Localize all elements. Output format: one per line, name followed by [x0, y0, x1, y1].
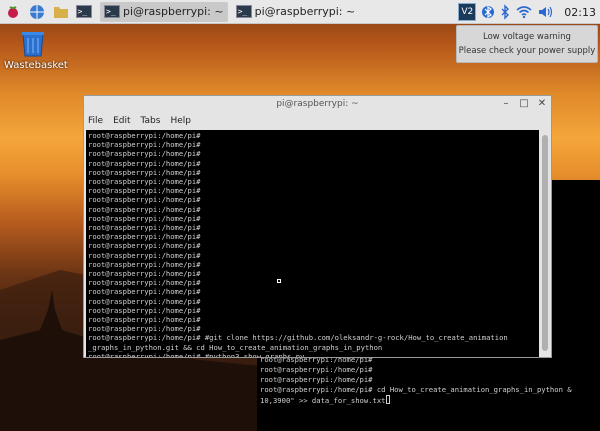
- terminal-line: root@raspberrypi:/home/pi#: [88, 305, 201, 315]
- window-titlebar[interactable]: pi@raspberrypi: ~ – □ ✕: [84, 96, 551, 112]
- terminal-line: root@raspberrypi:/home/pi#: [88, 140, 201, 150]
- minimize-icon[interactable]: –: [500, 97, 512, 109]
- terminal-line: root@raspberrypi:/home/pi#: [88, 223, 201, 233]
- terminal-line: root@raspberrypi:/home/pi# #python3 show…: [88, 351, 305, 357]
- menu-edit[interactable]: Edit: [113, 116, 130, 126]
- terminal-line: root@raspberrypi:/home/pi#: [88, 259, 201, 269]
- terminal-launcher-icon[interactable]: >_: [74, 1, 96, 23]
- terminal-line: root@raspberrypi:/home/pi#: [260, 365, 373, 374]
- vnc-icon[interactable]: V2: [458, 3, 477, 21]
- menu-help[interactable]: Help: [170, 116, 191, 126]
- terminal-line: root@raspberrypi:/home/pi#: [88, 177, 201, 187]
- text-cursor: [385, 395, 390, 404]
- terminal-output[interactable]: root@raspberrypi:/home/pi# root@raspberry…: [86, 130, 539, 357]
- terminal-line: root@raspberrypi:/home/pi#: [88, 149, 201, 159]
- volume-icon[interactable]: [538, 5, 554, 19]
- terminal-line: _graphs_in_python.git && cd How_to_creat…: [88, 342, 383, 352]
- wastebasket-desktop-icon[interactable]: Wastebasket: [4, 28, 68, 71]
- terminal-icon: >_: [235, 5, 252, 18]
- system-tray: V2 02:13: [458, 0, 596, 24]
- bluetooth-icon[interactable]: [482, 4, 495, 20]
- file-manager-icon[interactable]: [50, 1, 72, 23]
- terminal-line: root@raspberrypi:/home/pi#: [88, 131, 201, 140]
- menu-file[interactable]: File: [88, 116, 103, 126]
- terminal-line: root@raspberrypi:/home/pi#: [260, 375, 373, 384]
- wifi-icon[interactable]: [516, 5, 532, 19]
- mouse-cursor: [277, 279, 281, 283]
- clock[interactable]: 02:13: [564, 6, 596, 19]
- terminal-line: root@raspberrypi:/home/pi#: [88, 296, 201, 306]
- background-terminal-edge: [548, 180, 600, 356]
- scrollbar[interactable]: [540, 130, 550, 357]
- terminal-line: root@raspberrypi:/home/pi# cd How_to_cre…: [260, 385, 572, 394]
- terminal-line: root@raspberrypi:/home/pi#: [88, 315, 201, 325]
- task-terminal-1[interactable]: >_ pi@raspberrypi: ~: [100, 1, 228, 22]
- terminal-line: root@raspberrypi:/home/pi#: [88, 250, 201, 260]
- terminal-line: root@raspberrypi:/home/pi#: [88, 195, 201, 205]
- task-terminal-2[interactable]: >_ pi@raspberrypi: ~: [232, 2, 360, 22]
- terminal-line: root@raspberrypi:/home/pi#: [88, 204, 201, 214]
- raspberry-menu-icon[interactable]: [2, 1, 24, 23]
- terminal-line: root@raspberrypi:/home/pi#: [88, 287, 201, 297]
- terminal-line: root@raspberrypi:/home/pi#: [88, 269, 201, 279]
- notification-title: Low voltage warning: [483, 32, 571, 42]
- task-label: pi@raspberrypi: ~: [254, 5, 356, 18]
- desktop-icon-label: Wastebasket: [4, 60, 68, 71]
- notification-message: Please check your power supply: [458, 46, 596, 56]
- scrollbar-thumb[interactable]: [542, 135, 548, 351]
- terminal-line: root@raspberrypi:/home/pi#: [88, 213, 201, 223]
- taskbar: >_ >_ pi@raspberrypi: ~ >_ pi@raspberryp…: [0, 0, 600, 24]
- terminal-line: root@raspberrypi:/home/pi#: [88, 232, 201, 242]
- trash-icon: [22, 32, 44, 57]
- web-browser-icon[interactable]: [26, 1, 48, 23]
- menubar: File Edit Tabs Help: [84, 112, 551, 129]
- task-label: pi@raspberrypi: ~: [123, 5, 224, 18]
- menu-tabs[interactable]: Tabs: [141, 116, 161, 126]
- terminal-line: root@raspberrypi:/home/pi# #git clone ht…: [88, 333, 508, 343]
- terminal-window: pi@raspberrypi: ~ – □ ✕ File Edit Tabs H…: [83, 95, 552, 358]
- terminal-line: 10,3900" >> data_for_show.txt: [260, 395, 600, 406]
- terminal-line: root@raspberrypi:/home/pi#: [88, 278, 201, 288]
- close-icon[interactable]: ✕: [536, 97, 548, 109]
- bluetooth-icon[interactable]: [500, 4, 510, 20]
- terminal-line: root@raspberrypi:/home/pi#: [88, 324, 201, 334]
- maximize-icon[interactable]: □: [518, 97, 530, 109]
- terminal-line: root@raspberrypi:/home/pi#: [88, 158, 201, 168]
- low-voltage-notification[interactable]: Low voltage warning Please check your po…: [456, 25, 598, 63]
- window-title: pi@raspberrypi: ~: [276, 99, 359, 109]
- terminal-line: root@raspberrypi:/home/pi#: [88, 167, 201, 177]
- terminal-line: root@raspberrypi:/home/pi#: [88, 241, 201, 251]
- terminal-line: root@raspberrypi:/home/pi#: [88, 186, 201, 196]
- background-terminal-output[interactable]: root@raspberrypi:/home/pi# root@raspberry…: [257, 355, 600, 431]
- terminal-icon: >_: [104, 5, 120, 18]
